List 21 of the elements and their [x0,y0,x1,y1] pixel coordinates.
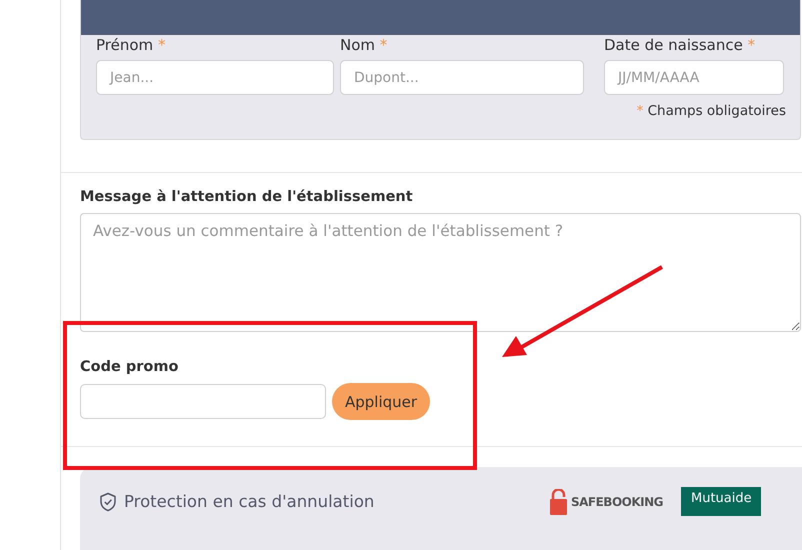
field-label: Prénom [96,36,154,54]
shield-check-icon [98,492,118,512]
apply-button[interactable]: Appliquer [332,383,430,420]
section-label: Code promo [80,359,180,375]
safebooking-logo-text: SAFEBOOKING [570,494,663,508]
required-mark: * [158,36,166,54]
required-mark: * [748,36,756,54]
text-input-field[interactable]: Dupont... [340,60,584,95]
promo-code-field[interactable] [80,384,326,419]
text-input-field[interactable]: Jean... [96,60,334,95]
field-label: Date de naissance [604,36,743,54]
padlock-logo-icon [550,488,567,514]
mutuaide-logo: Mutuaide [681,487,761,516]
section-label: Message à l'attention de l'établissement [80,189,414,205]
message-textarea[interactable]: Avez-vous un commentaire à l'attention de l'établissement ? [80,213,801,332]
text-input-field[interactable]: JJ/MM/AAAA [604,60,784,95]
protection-title: Protection en cas d'annulation [124,492,374,511]
field-label: Nom [340,36,376,54]
required-mark: * [380,36,388,54]
required-note: Champs obligatoires [648,103,786,119]
required-mark: * [636,103,644,119]
